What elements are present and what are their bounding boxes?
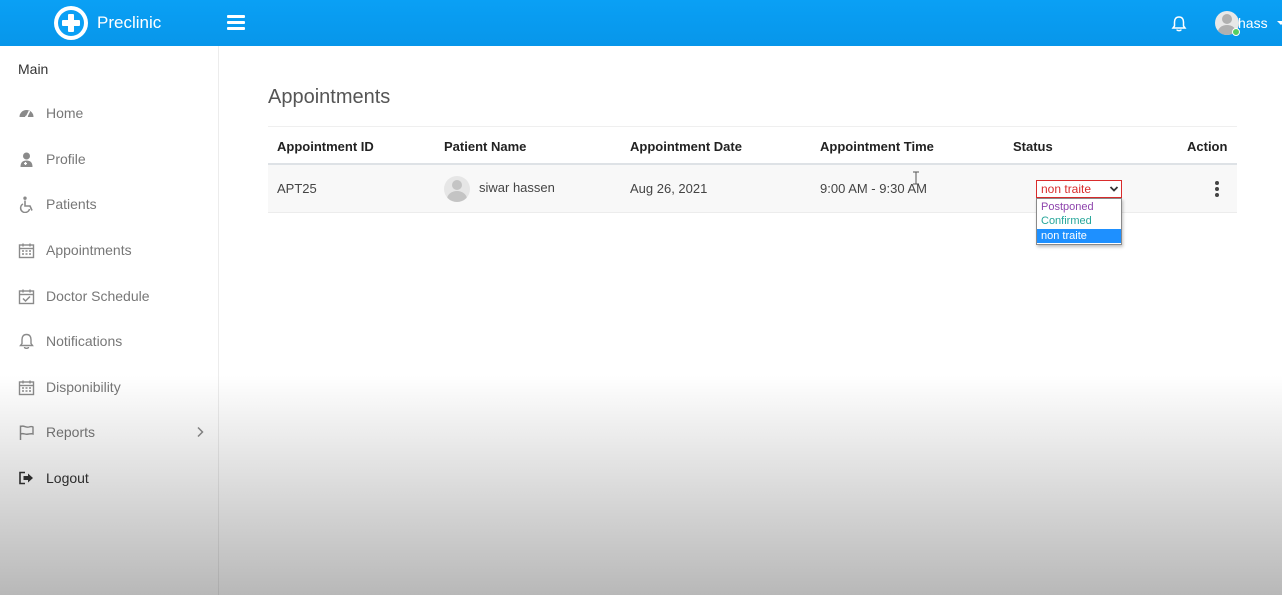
sidebar-item-logout[interactable]: Logout <box>0 460 219 496</box>
sidebar-item-label: Appointments <box>46 242 132 258</box>
sidebar-item-profile[interactable]: Profile <box>0 141 219 177</box>
kebab-dot <box>1215 181 1219 185</box>
sidebar-item-reports[interactable]: Reports <box>0 414 219 450</box>
column-header: Status <box>1013 139 1053 154</box>
sidebar-item-label: Doctor Schedule <box>46 288 150 304</box>
kebab-dot <box>1215 187 1219 191</box>
column-header: Action <box>1187 139 1228 154</box>
notification-bell-icon[interactable] <box>1171 15 1187 33</box>
user-name: hass <box>1238 15 1268 31</box>
action-menu-button[interactable] <box>1212 180 1222 198</box>
sidebar-item-label: Reports <box>46 424 96 440</box>
sidebar: Main Home Profile Patients Appointments … <box>0 46 219 595</box>
page-title: Appointments <box>268 86 391 108</box>
status-option-non-traite[interactable]: non traite <box>1037 229 1121 243</box>
appointment-date-cell: Aug 26, 2021 <box>630 181 708 196</box>
sidebar-item-label: Logout <box>46 470 89 486</box>
sidebar-section-title: Main <box>18 61 49 77</box>
sidebar-item-label: Patients <box>46 196 97 212</box>
appointment-id-cell: APT25 <box>277 181 317 196</box>
kebab-dot <box>1215 193 1219 197</box>
medical-cross-icon <box>61 13 81 33</box>
status-option-postponed[interactable]: Postponed <box>1037 200 1121 214</box>
column-header: Patient Name <box>444 139 527 154</box>
sidebar-item-label: Disponibility <box>46 379 121 395</box>
hamburger-bar <box>227 15 245 18</box>
sidebar-item-appointments[interactable]: Appointments <box>0 232 219 268</box>
sidebar-item-label: Notifications <box>46 333 123 349</box>
calendar-icon <box>18 380 35 396</box>
hamburger-bar <box>227 21 245 24</box>
appointment-time-cell: 9:00 AM - 9:30 AM <box>820 181 927 196</box>
sign-out-icon <box>19 471 33 485</box>
status-dropdown-list: Postponed Confirmed non traite <box>1036 198 1122 245</box>
bell-icon <box>19 333 34 350</box>
brand-name[interactable]: Preclinic <box>97 13 161 33</box>
hamburger-bar <box>227 27 245 30</box>
status-select-value: non traite <box>1041 182 1092 196</box>
sidebar-item-label: Profile <box>46 151 86 167</box>
sidebar-item-label: Home <box>46 105 84 121</box>
sidebar-item-home[interactable]: Home <box>0 95 219 131</box>
dashboard-icon <box>19 110 34 119</box>
menu-toggle-button[interactable] <box>227 15 245 31</box>
sidebar-item-disponibility[interactable]: Disponibility <box>0 369 219 405</box>
sidebar-item-patients[interactable]: Patients <box>0 186 219 222</box>
text-cursor-icon <box>913 171 919 185</box>
user-md-icon <box>20 152 33 167</box>
table-header: Appointment ID Patient Name Appointment … <box>268 126 1237 165</box>
column-header: Appointment ID <box>277 139 374 154</box>
appointments-table: Appointment ID Patient Name Appointment … <box>268 126 1237 245</box>
top-header: Preclinic hass <box>0 0 1282 46</box>
sidebar-item-doctor-schedule[interactable]: Doctor Schedule <box>0 278 219 314</box>
sidebar-item-notifications[interactable]: Notifications <box>0 323 219 359</box>
wheelchair-icon <box>19 196 33 213</box>
patient-name-cell: siwar hassen <box>479 180 555 195</box>
status-select[interactable]: non traite <box>1036 180 1122 198</box>
calendar-icon <box>18 243 35 259</box>
status-option-confirmed[interactable]: Confirmed <box>1037 214 1121 228</box>
column-header: Appointment Date <box>630 139 742 154</box>
flag-icon <box>19 425 34 440</box>
calendar-check-icon <box>18 289 35 305</box>
chevron-right-icon <box>197 426 204 438</box>
chevron-down-icon <box>1109 186 1119 192</box>
caret-down-icon <box>1277 21 1282 25</box>
column-header: Appointment Time <box>820 139 934 154</box>
patient-avatar <box>444 176 470 202</box>
